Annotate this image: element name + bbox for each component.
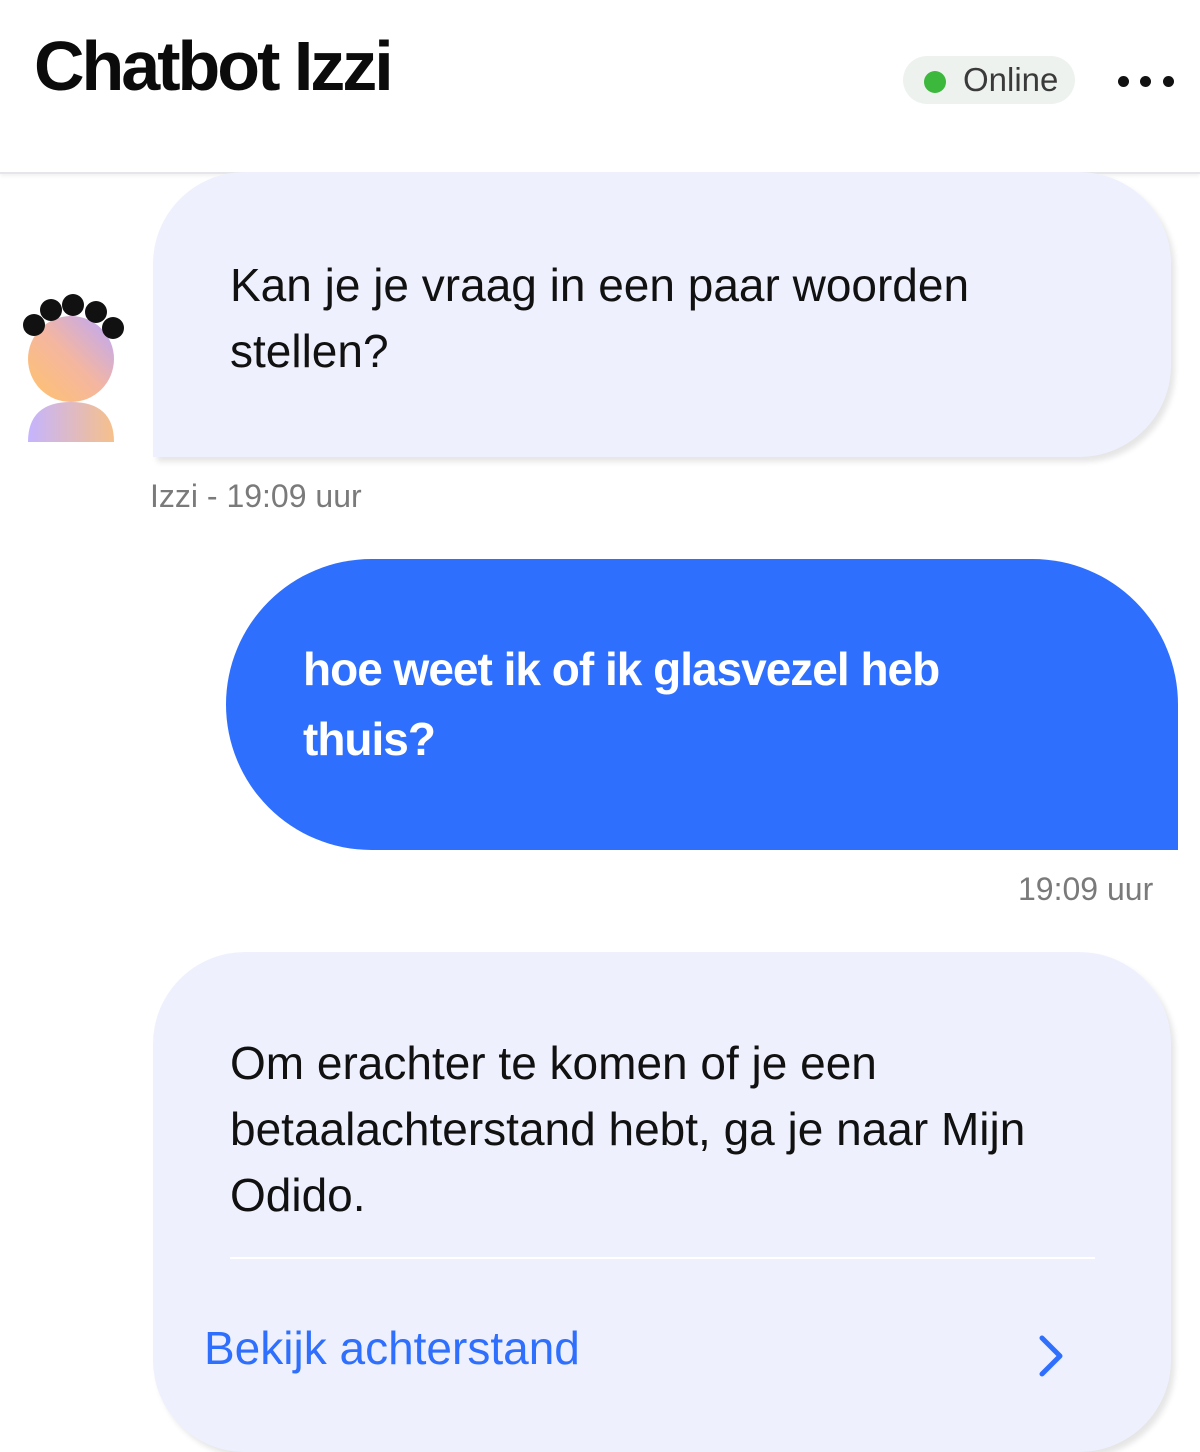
- more-horizontal-icon-dot: [1140, 76, 1151, 87]
- divider: [230, 1257, 1095, 1259]
- chevron-right-icon: [1039, 1335, 1063, 1377]
- more-options-button[interactable]: [1110, 62, 1180, 102]
- bot-avatar: [20, 292, 130, 447]
- bot-message-bubble: Kan je je vraag in een paar woorden stel…: [153, 172, 1171, 457]
- message-text: Om erachter te komen of je een betaalach…: [230, 1037, 1026, 1221]
- online-dot-icon: [924, 71, 946, 93]
- status-badge: Online: [903, 56, 1075, 104]
- message-meta: 19:09 uur: [1018, 871, 1154, 907]
- message-meta: Izzi - 19:09 uur: [150, 478, 362, 514]
- chat-header: Chatbot Izzi Online: [0, 0, 1200, 174]
- chat-title: Chatbot Izzi: [34, 27, 394, 105]
- status-label: Online: [963, 61, 1059, 98]
- message-text: hoe weet ik of ik glasvezel heb thuis?: [303, 643, 940, 765]
- link-label: Bekijk achterstand: [204, 1322, 580, 1374]
- view-arrears-link[interactable]: Bekijk achterstand: [150, 1300, 1110, 1398]
- more-horizontal-icon-dot: [1163, 76, 1174, 87]
- message-text: Kan je je vraag in een paar woorden stel…: [230, 259, 970, 377]
- more-horizontal-icon: [1118, 76, 1129, 87]
- avatar-illustration-icon: [23, 294, 124, 442]
- user-message-bubble: hoe weet ik of ik glasvezel heb thuis?: [226, 559, 1178, 850]
